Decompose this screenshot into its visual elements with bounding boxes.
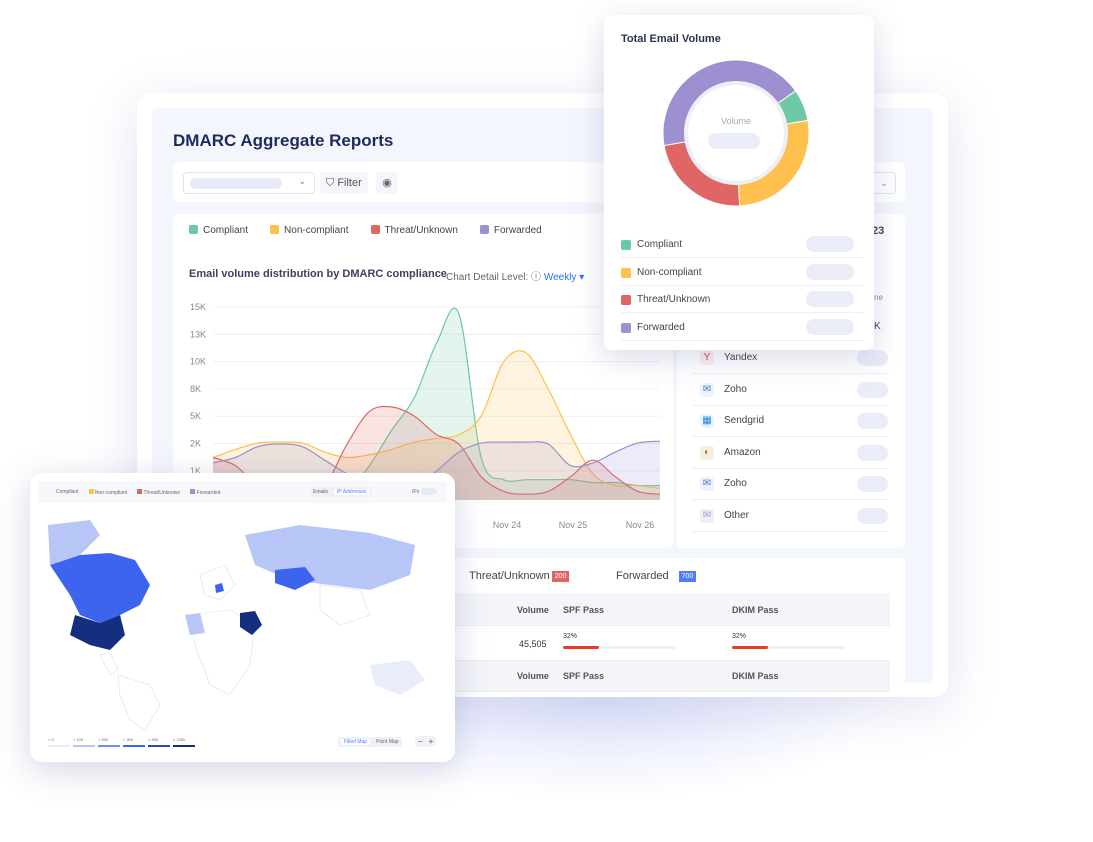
zoom-in-button[interactable]: + xyxy=(429,737,434,746)
donut-legend-row[interactable]: Forwarded xyxy=(621,314,864,341)
scale-step: < 300 xyxy=(123,737,145,747)
provider-value xyxy=(857,381,888,398)
geo-map-card: Compliant Non-compliant Threat/Unknown F… xyxy=(30,473,455,762)
provider-value xyxy=(857,413,888,429)
provider-item[interactable]: ◐ Amazon xyxy=(692,437,888,469)
amazon-icon: ◐ xyxy=(700,445,714,460)
table-row[interactable]: 45,505 32% 32% xyxy=(455,627,890,660)
filled-map-button[interactable]: Filled Map xyxy=(341,739,371,745)
checkbox-icon[interactable] xyxy=(621,295,631,305)
provider-item[interactable]: ✉ Zoho xyxy=(692,468,888,500)
yandex-icon: Y xyxy=(700,351,714,365)
map-view-toggle: Filled Map Point Map xyxy=(338,737,402,747)
value-partial: K xyxy=(874,321,881,332)
y-tick-label: 2K xyxy=(190,439,201,449)
details-table: Threat/Unknown 200 Forwarded 700 Volume SPF… xyxy=(455,558,905,692)
checkbox-icon[interactable] xyxy=(621,240,631,250)
zoom-out-button[interactable]: − xyxy=(418,737,423,746)
donut-center-value xyxy=(708,133,760,149)
donut-legend-row[interactable]: Threat/Unknown xyxy=(621,286,864,313)
toggle-emails[interactable]: Emails xyxy=(313,489,328,495)
scale-step: < 0 xyxy=(48,737,70,747)
y-tick-label: 8K xyxy=(190,384,201,394)
table-header: Volume SPF Pass DKIM Pass xyxy=(455,660,890,692)
mail-icon: ✉ xyxy=(700,508,714,523)
scale-step: < 100 xyxy=(73,737,95,747)
right-select[interactable]: ⌄ xyxy=(872,172,896,194)
table-header: Volume SPF Pass DKIM Pass xyxy=(455,594,890,626)
scale-step: < 200 xyxy=(98,737,120,747)
zoho-icon: ✉ xyxy=(700,382,714,397)
provider-item[interactable]: ✉ Zoho xyxy=(692,374,888,406)
zoom-controls: − + xyxy=(415,736,437,747)
row-value xyxy=(806,236,854,252)
toggle-ip-addresses[interactable]: IP Addresses xyxy=(334,489,370,495)
row-value xyxy=(806,291,854,307)
column-header-partial: ne xyxy=(874,293,883,302)
ips-label: IPs xyxy=(412,489,420,495)
donut-legend-row[interactable]: Compliant xyxy=(621,231,864,258)
donut-center-label: Volume xyxy=(720,116,752,126)
map-legend: Compliant Non-compliant Threat/Unknown F… xyxy=(56,489,221,496)
provider-item[interactable]: ▦ Sendgrid xyxy=(692,405,888,437)
row-value xyxy=(806,318,854,335)
donut-title: Total Email Volume xyxy=(621,33,721,45)
y-tick-label: 10K xyxy=(190,357,206,367)
point-map-button[interactable]: Point Map xyxy=(376,739,399,745)
ips-value xyxy=(421,488,437,495)
scale-step: < 1000 xyxy=(173,737,195,747)
scale-step: < 500 xyxy=(148,737,170,747)
area-chart: 15K13K10K8K5K2K1KNov 24 Nov 25 Nov 26 xyxy=(190,302,661,530)
provider-item[interactable]: ✉ Other xyxy=(692,500,888,532)
checkbox-icon[interactable] xyxy=(621,267,631,278)
checkbox-icon[interactable] xyxy=(621,322,631,333)
x-tick-label: Nov 26 xyxy=(626,520,655,530)
y-tick-label: 15K xyxy=(190,302,206,312)
y-tick-label: 5K xyxy=(190,411,201,421)
x-tick-label: Nov 24 xyxy=(493,520,522,530)
zoho-icon: ✉ xyxy=(700,477,714,491)
x-tick-label: Nov 25 xyxy=(559,520,588,530)
y-tick-label: 13K xyxy=(190,329,206,339)
map-toggle: Emails IP Addresses xyxy=(310,487,373,497)
provider-value xyxy=(857,350,888,366)
world-map[interactable] xyxy=(40,505,445,730)
tab-forwarded[interactable]: Forwarded 700 xyxy=(616,570,697,582)
provider-value xyxy=(857,476,888,492)
donut-legend-row[interactable]: Non-compliant xyxy=(621,259,864,286)
provider-value xyxy=(857,444,888,461)
row-value xyxy=(806,263,854,280)
provider-value xyxy=(857,507,888,524)
sendgrid-icon: ▦ xyxy=(700,414,714,428)
tab-threat[interactable]: Threat/Unknown 200 xyxy=(469,570,570,582)
map-scale: < 0 < 100 < 200 < 300 < 500 < 1000 xyxy=(48,737,195,747)
